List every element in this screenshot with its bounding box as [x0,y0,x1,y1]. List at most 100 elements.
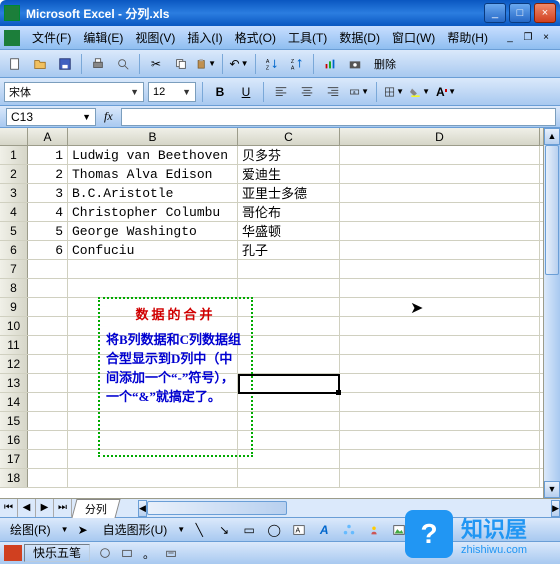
align-center-icon[interactable] [296,81,318,103]
row-header[interactable]: 8 [0,279,28,297]
cell[interactable] [238,355,340,373]
cell[interactable] [238,469,340,487]
cell[interactable]: 4 [28,203,68,221]
select-all-corner[interactable] [0,128,28,145]
minimize-button[interactable]: _ [484,3,506,23]
row-header[interactable]: 2 [0,165,28,183]
col-header-a[interactable]: A [28,128,68,145]
undo-icon[interactable]: ↶▼ [228,53,250,75]
cell[interactable] [340,165,540,183]
pointer-icon[interactable]: ➤ [72,519,94,541]
align-left-icon[interactable] [270,81,292,103]
menu-data[interactable]: 数据(D) [333,27,386,48]
wordart-icon[interactable]: A [313,519,335,541]
cell[interactable] [340,279,540,297]
row-header[interactable]: 14 [0,393,28,411]
cell[interactable]: Thomas Alva Edison [68,165,238,183]
cell[interactable]: Christopher Columbu [68,203,238,221]
cell[interactable] [68,469,238,487]
cell[interactable]: 孔子 [238,241,340,259]
clipart-icon[interactable] [363,519,385,541]
formula-bar[interactable] [121,108,556,126]
cell[interactable] [238,412,340,430]
textbox-icon[interactable]: A [288,519,310,541]
scroll-left-icon[interactable]: ◀ [138,500,147,517]
cell[interactable]: 6 [28,241,68,259]
cell[interactable] [28,450,68,468]
row-header[interactable]: 5 [0,222,28,240]
row-header[interactable]: 18 [0,469,28,487]
copy-icon[interactable] [170,53,192,75]
cell[interactable] [238,431,340,449]
cell[interactable] [340,412,540,430]
menu-format[interactable]: 格式(O) [229,27,282,48]
diagram-icon[interactable] [338,519,360,541]
fx-icon[interactable]: fx [104,109,113,124]
cell[interactable]: B.C.Aristotle [68,184,238,202]
sort-desc-icon[interactable]: ZA [286,53,308,75]
ime-btn-2[interactable] [116,542,138,564]
row-header[interactable]: 15 [0,412,28,430]
cell[interactable]: Ludwig van Beethoven [68,146,238,164]
doc-close[interactable]: × [538,31,554,45]
preview-icon[interactable] [112,53,134,75]
sort-asc-icon[interactable]: AZ [261,53,283,75]
row-header[interactable]: 6 [0,241,28,259]
cell[interactable] [340,450,540,468]
cell[interactable] [238,279,340,297]
cell[interactable]: 3 [28,184,68,202]
sheet-tab[interactable]: 分列 [71,499,120,518]
cell[interactable] [340,203,540,221]
cell[interactable] [238,393,340,411]
cell[interactable] [340,336,540,354]
cell[interactable] [68,260,238,278]
chevron-down-icon[interactable]: ▼ [182,87,191,97]
cell[interactable]: 爱迪生 [238,165,340,183]
name-box[interactable]: C13▼ [6,108,96,126]
open-icon[interactable] [29,53,51,75]
cell[interactable] [238,374,340,392]
doc-restore[interactable]: ❐ [520,31,536,45]
cell[interactable] [28,336,68,354]
cell[interactable]: George Washingto [68,222,238,240]
row-header[interactable]: 3 [0,184,28,202]
row-header[interactable]: 13 [0,374,28,392]
menu-help[interactable]: 帮助(H) [441,27,494,48]
cell[interactable] [238,317,340,335]
hscroll-thumb[interactable] [147,501,287,515]
cell[interactable] [28,431,68,449]
cell[interactable]: 1 [28,146,68,164]
cell[interactable]: Confuciu [68,241,238,259]
cell[interactable] [340,146,540,164]
ime-btn-1[interactable] [94,542,116,564]
cell[interactable] [340,469,540,487]
scroll-down-icon[interactable]: ▼ [544,481,560,498]
cell[interactable] [28,374,68,392]
row-header[interactable]: 17 [0,450,28,468]
cell[interactable] [68,279,238,297]
align-right-icon[interactable] [322,81,344,103]
cell[interactable] [340,317,540,335]
col-header-b[interactable]: B [68,128,238,145]
cell[interactable] [340,374,540,392]
doc-min[interactable]: _ [502,31,518,45]
camera-icon[interactable] [344,53,366,75]
draw-menu[interactable]: 绘图(R) [4,519,57,540]
menu-edit[interactable]: 编辑(E) [77,27,129,48]
cell[interactable]: 亚里士多德 [238,184,340,202]
vscrollbar[interactable]: ▲ ▼ [543,128,560,498]
cell[interactable] [340,355,540,373]
borders-icon[interactable]: ▼ [383,81,405,103]
col-header-d[interactable]: D [340,128,540,145]
cell[interactable] [340,260,540,278]
menu-insert[interactable]: 插入(I) [181,27,228,48]
ime-icon[interactable] [4,545,22,561]
delete-label[interactable]: 删除 [369,53,401,75]
col-header-c[interactable]: C [238,128,340,145]
doc-icon[interactable] [4,30,20,46]
cell[interactable]: 贝多芬 [238,146,340,164]
print-icon[interactable] [87,53,109,75]
ime-btn-4[interactable] [160,542,182,564]
save-icon[interactable] [54,53,76,75]
cell[interactable] [340,431,540,449]
